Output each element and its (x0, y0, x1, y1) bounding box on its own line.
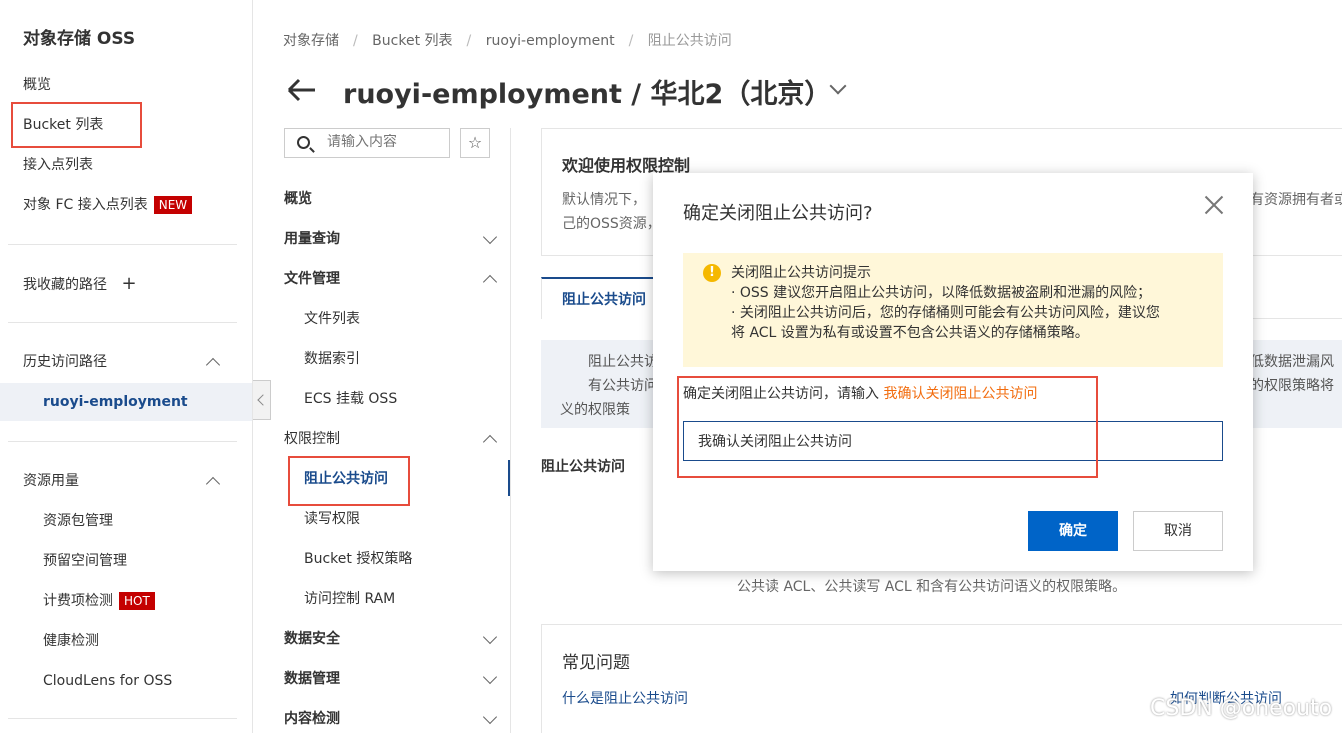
ok-button[interactable]: 确定 (1028, 511, 1118, 551)
cancel-button[interactable]: 取消 (1133, 511, 1223, 551)
warning-box: ! 关闭阻止公共访问提示 · OSS 建议您开启阻止公共访问，以降低数据被盗刷和… (683, 253, 1223, 367)
dialog-title: 确定关闭阻止公共访问? (683, 203, 873, 224)
highlight-box (677, 376, 1098, 478)
warning-line: 关闭阻止公共访问提示 (731, 265, 871, 281)
warning-line: 将 ACL 设置为私有或设置不包含公共语义的存储桶策略。 (731, 325, 1089, 341)
watermark: CSDN @oneouto (1150, 696, 1333, 721)
warning-icon: ! (703, 264, 721, 282)
warning-text: 关闭阻止公共访问提示 · OSS 建议您开启阻止公共访问，以降低数据被盗刷和泄漏… (731, 263, 1160, 343)
warning-line: · OSS 建议您开启阻止公共访问，以降低数据被盗刷和泄漏的风险； (731, 285, 1152, 301)
warning-line: · 关闭阻止公共访问后，您的存储桶则可能会有公共访问风险，建议您 (731, 305, 1160, 321)
confirm-dialog: 确定关闭阻止公共访问? ! 关闭阻止公共访问提示 · OSS 建议您开启阻止公共… (653, 173, 1253, 571)
close-icon[interactable] (1203, 193, 1225, 215)
